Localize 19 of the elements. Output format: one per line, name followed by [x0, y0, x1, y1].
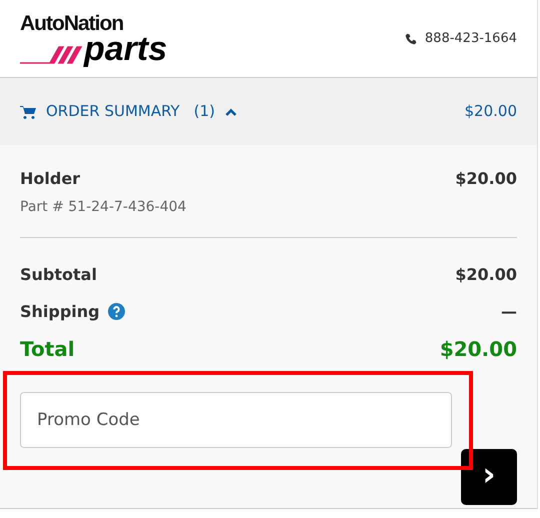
order-total: $20.00 — [464, 101, 517, 122]
phone-icon — [404, 32, 417, 44]
total-value: $20.00 — [440, 336, 517, 363]
item-price: $20.00 — [455, 168, 517, 190]
phone-number[interactable]: 888-423-1664 — [424, 28, 517, 48]
logo-text: AutoNation — [20, 12, 124, 34]
part-number: Part # 51-24-7-436-404 — [20, 198, 188, 217]
summary-label: Subtotal — [20, 264, 97, 286]
logo-text: parts — [84, 34, 168, 64]
promo-code-field[interactable]: Promo Code — [20, 392, 452, 448]
order-summary-toggle[interactable]: ORDER SUMMARY (1) — [20, 100, 237, 123]
summary-value: $20.00 — [455, 264, 517, 286]
summary-label: Shipping — [20, 300, 100, 322]
help-icon[interactable] — [108, 303, 125, 320]
cart-icon — [20, 104, 36, 118]
item-name: Holder — [20, 168, 80, 190]
apply-button[interactable]: › — [461, 449, 517, 505]
summary-value: — — [501, 300, 517, 322]
total-label: Total — [20, 336, 75, 363]
